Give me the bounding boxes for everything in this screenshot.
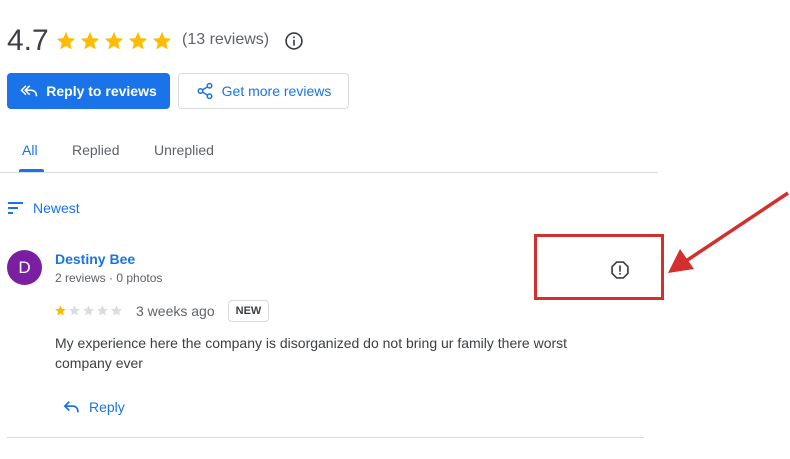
get-more-reviews-label: Get more reviews (221, 83, 332, 99)
share-icon (197, 82, 213, 100)
star-icon (152, 31, 172, 50)
reply-icon (63, 401, 79, 413)
sort-label: Newest (33, 200, 80, 216)
review-time: 3 weeks ago (136, 303, 215, 319)
sort-icon (8, 202, 23, 214)
star-empty-icon (97, 305, 108, 316)
review-divider (7, 437, 644, 438)
reviewer-meta: 2 reviews · 0 photos (55, 271, 163, 285)
reply-label: Reply (89, 399, 125, 415)
info-icon[interactable] (284, 31, 304, 51)
reply-all-icon (20, 85, 38, 97)
tab-unreplied[interactable]: Unreplied (154, 142, 214, 158)
rating-stars (55, 30, 173, 52)
reply-button[interactable]: Reply (63, 399, 125, 415)
annotation-arrow-icon (668, 191, 789, 273)
avatar[interactable]: D (7, 250, 42, 285)
new-badge: NEW (228, 300, 269, 322)
review-rating-stars (54, 304, 123, 317)
average-rating: 4.7 (7, 24, 49, 57)
star-empty-icon (83, 305, 94, 316)
sort-button[interactable]: Newest (8, 200, 80, 216)
reviewer-name[interactable]: Destiny Bee (55, 251, 135, 267)
star-icon (104, 31, 124, 50)
star-empty-icon (69, 305, 80, 316)
tab-all[interactable]: All (22, 142, 38, 158)
annotation-highlight-box (534, 234, 664, 300)
reply-to-reviews-label: Reply to reviews (46, 83, 157, 99)
star-icon (56, 31, 76, 50)
review-count: (13 reviews) (182, 31, 270, 48)
reply-to-reviews-button[interactable]: Reply to reviews (7, 73, 170, 109)
get-more-reviews-button[interactable]: Get more reviews (178, 73, 349, 109)
review-text: My experience here the company is disorg… (55, 335, 568, 371)
tab-replied[interactable]: Replied (72, 142, 119, 158)
star-icon (80, 31, 100, 50)
tabs-divider (0, 172, 658, 173)
star-icon (55, 305, 66, 316)
star-icon (128, 31, 148, 50)
star-empty-icon (111, 305, 122, 316)
